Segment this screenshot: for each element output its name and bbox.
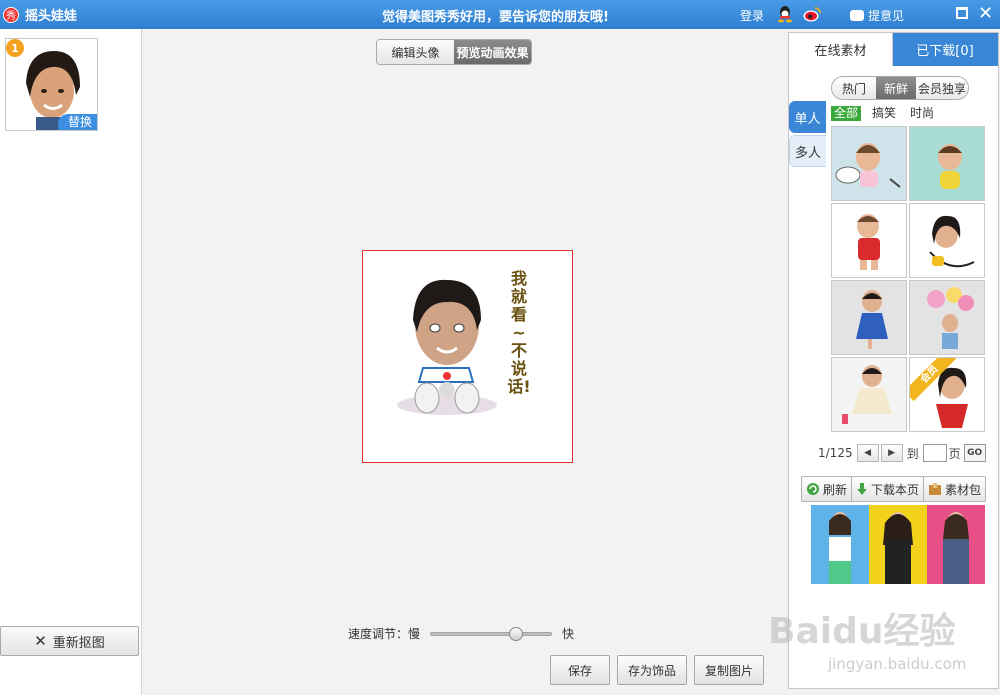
app-logo-icon: 秀 <box>3 6 19 23</box>
tab-edit-avatar[interactable]: 编辑头像 <box>377 40 454 64</box>
left-panel: 1 替换 ✕ 重新抠图 <box>0 29 142 695</box>
next-page-icon[interactable]: ▶ <box>880 444 903 462</box>
angel-baby-image <box>835 143 901 188</box>
category-fashion[interactable]: 时尚 <box>907 106 937 121</box>
speed-control: 速度调节： 慢 快 <box>348 625 574 642</box>
material-grid: 会员 <box>831 126 987 432</box>
download-page-label: 下载本页 <box>871 482 920 497</box>
material-source-tabs: 在线素材 已下载[0] <box>789 33 998 66</box>
maximize-icon[interactable] <box>956 7 968 19</box>
bobblehead-preview-image: 我就看~不说话! <box>389 270 538 423</box>
pagination: 1/125 ◀ ▶ 到 页 GO <box>818 444 986 462</box>
preview-frame: 我就看~不说话! <box>362 250 573 463</box>
speed-slow-label: 慢 <box>408 627 421 641</box>
slogan-text: 觉得美图秀秀好用，要告诉您的朋友哦! <box>382 10 609 25</box>
material-thumb[interactable] <box>909 280 985 355</box>
watermark-url: jingyan.baidu.com <box>828 655 967 673</box>
tab-preview-animation[interactable]: 预览动画效果 <box>454 40 531 64</box>
blue-dress-girl-image <box>856 290 888 349</box>
material-thumb[interactable] <box>831 357 907 432</box>
login-link[interactable]: 登录 <box>740 7 764 24</box>
go-button[interactable]: GO <box>963 444 986 462</box>
category-row: 全部 搞笑 时尚 <box>831 106 937 121</box>
ad-model-image <box>927 505 985 584</box>
close-icon[interactable]: ✕ <box>978 3 993 24</box>
category-all[interactable]: 全部 <box>831 106 862 121</box>
watermark-brand: Baidu经验 <box>768 611 956 652</box>
download-page-button[interactable]: 下载本页 <box>851 476 925 502</box>
save-as-accessory-button[interactable]: 存为饰品 <box>617 655 687 685</box>
fairy-girl-image <box>842 365 892 424</box>
material-thumb[interactable] <box>831 280 907 355</box>
head-thumbnail[interactable]: 1 替换 <box>5 38 98 131</box>
red-outfit-baby-image <box>857 214 880 270</box>
package-icon <box>929 483 941 495</box>
speed-label: 速度调节： <box>348 627 409 641</box>
replace-button[interactable]: 替换 <box>57 114 97 130</box>
page-number-input[interactable] <box>922 444 947 462</box>
prev-page-icon[interactable]: ◀ <box>856 444 879 462</box>
baidu-jingyan-watermark: Baidu经验 jingyan.baidu.com <box>768 580 998 690</box>
re-cutout-label: 重新抠图 <box>52 635 105 651</box>
save-button[interactable]: 保存 <box>550 655 610 685</box>
material-thumb[interactable] <box>909 203 985 278</box>
ad-banner[interactable] <box>811 505 985 584</box>
x-icon: ✕ <box>34 632 47 650</box>
preview-caption-text: 我就看~不说话! <box>507 269 531 396</box>
material-pack-label: 素材包 <box>945 482 982 497</box>
qq-icon[interactable] <box>777 5 793 23</box>
chat-bubble-icon <box>850 10 864 21</box>
balloon-girl-image <box>927 287 974 349</box>
side-tab-single[interactable]: 单人 <box>789 101 826 133</box>
filter-member-exclusive[interactable]: 会员独享 <box>916 77 968 99</box>
speed-slider-thumb[interactable] <box>509 626 524 641</box>
filter-segment: 热门 新鲜 会员独享 <box>831 76 969 100</box>
mode-tabs: 编辑头像 预览动画效果 <box>376 39 532 65</box>
material-thumb[interactable] <box>909 126 985 201</box>
ad-model-image <box>811 505 869 584</box>
material-pack-button[interactable]: 素材包 <box>923 476 987 502</box>
material-thumb[interactable] <box>831 203 907 278</box>
speed-fast-label: 快 <box>562 627 575 641</box>
app-title: 摇头娃娃 <box>25 9 78 24</box>
yellow-costume-baby-image <box>938 144 962 189</box>
refresh-button[interactable]: 刷新 <box>801 476 853 502</box>
cartoon-girl-image <box>929 215 975 268</box>
page-indicator: 1/125 <box>818 446 853 460</box>
goto-label: 到 <box>906 446 919 461</box>
refresh-icon <box>807 483 819 495</box>
thumbnail-number-badge: 1 <box>6 39 24 57</box>
refresh-label: 刷新 <box>823 482 848 497</box>
feedback-label: 提意见 <box>868 9 905 23</box>
copy-image-button[interactable]: 复制图片 <box>694 655 764 685</box>
weibo-icon[interactable] <box>803 6 821 22</box>
material-thumb[interactable]: 会员 <box>909 357 985 432</box>
feedback-link[interactable]: 提意见 <box>850 7 904 24</box>
tab-online-materials[interactable]: 在线素材 <box>789 33 893 66</box>
speed-slider[interactable] <box>430 626 553 641</box>
superhero-girl-image <box>936 367 968 428</box>
side-tab-group[interactable]: 多人 <box>789 135 826 167</box>
filter-new[interactable]: 新鲜 <box>876 77 916 99</box>
tab-downloaded[interactable]: 已下载[0] <box>893 33 997 66</box>
re-cutout-button[interactable]: ✕ 重新抠图 <box>0 626 139 656</box>
center-workspace: 编辑头像 预览动画效果 我就看~不说话! 速度调节： 慢 快 保存 存为饰品 复… <box>143 29 788 695</box>
page-suffix-label: 页 <box>948 446 961 461</box>
download-arrow-icon <box>857 483 867 495</box>
category-funny[interactable]: 搞笑 <box>869 106 899 121</box>
title-bar: 秀 摇头娃娃 觉得美图秀秀好用，要告诉您的朋友哦! 登录 提意见 ✕ <box>0 0 1000 29</box>
ad-model-image <box>869 505 927 584</box>
material-thumb[interactable] <box>831 126 907 201</box>
filter-hot[interactable]: 热门 <box>832 77 876 99</box>
